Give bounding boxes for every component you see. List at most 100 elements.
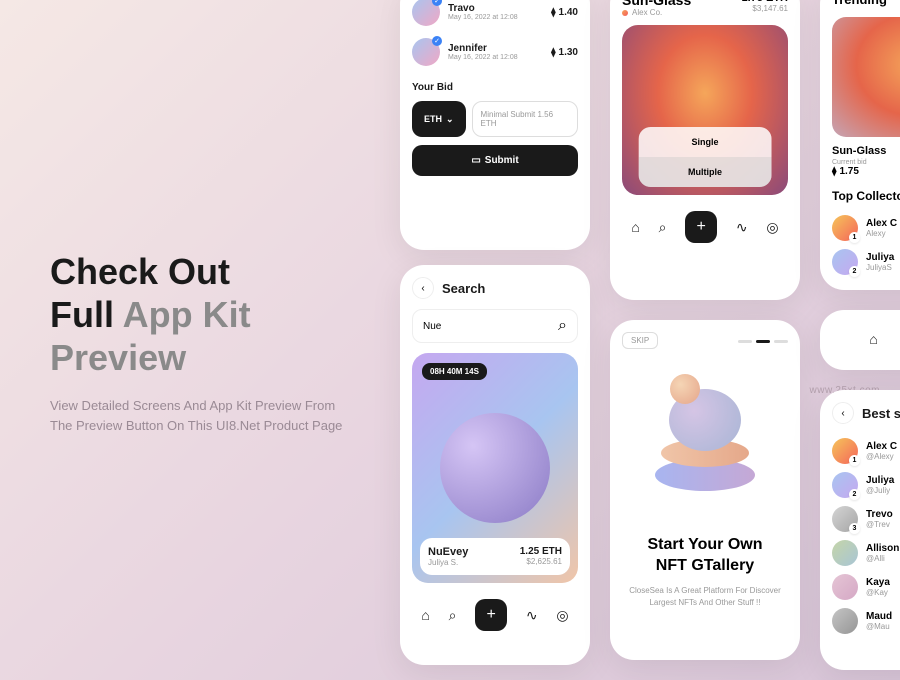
create-menu: Single Multiple — [639, 127, 772, 187]
search-screen: ‹ Search ⌕ 08H 40M 14S NuEvey Juliya S. … — [400, 265, 590, 665]
bid-amount-input[interactable]: Minimal Submit 1.56 ETH — [472, 101, 578, 137]
item-price-usd: $3,147.61 — [742, 4, 788, 13]
onboarding-screen: SKIP Start Your OwnNFT GTallery CloseSea… — [610, 320, 800, 660]
search-input[interactable] — [423, 321, 558, 332]
seller-name: Trevo — [866, 509, 893, 520]
trending-screen: Trending Sun-Glass Current bid ⧫1.75 Top… — [820, 0, 900, 290]
seller-row[interactable]: 2Juliya@Juliy — [832, 468, 900, 502]
section-title: Trending — [832, 0, 900, 7]
onboarding-illustration — [622, 359, 788, 519]
search-box[interactable]: ⌕ — [412, 309, 578, 343]
chevron-down-icon: ⌄ — [446, 114, 454, 125]
home-icon[interactable]: ⌂ — [631, 219, 639, 235]
seller-name: Alex C — [866, 441, 897, 452]
tab-bar: ⌂ ⌕ — [832, 322, 900, 355]
avatar-icon: 2 — [832, 249, 858, 275]
page-title: Best sellers — [862, 406, 900, 421]
skip-button[interactable]: SKIP — [622, 332, 658, 349]
home-icon[interactable]: ⌂ — [421, 607, 429, 623]
back-button[interactable]: ‹ — [832, 402, 854, 424]
activity-icon[interactable]: ∿ — [526, 607, 538, 624]
add-button[interactable]: + — [685, 211, 717, 243]
avatar-icon — [832, 540, 858, 566]
bid-name: Jennifer — [448, 43, 543, 54]
menu-multiple[interactable]: Multiple — [639, 157, 772, 187]
page-dot — [774, 340, 788, 343]
seller-handle: @Juliy — [866, 486, 894, 495]
hero-title: Check Out Full App Kit Preview — [50, 250, 360, 380]
seller-handle: @Kay — [866, 588, 890, 597]
collector-row[interactable]: 2 JuliyaJuliyaS — [832, 245, 900, 279]
avatar-icon — [412, 0, 440, 26]
seller-name: Kaya — [866, 577, 890, 588]
nft-price-eth: 1.25 ETH — [520, 546, 562, 557]
seller-name: Maud — [866, 611, 892, 622]
page-dot — [738, 340, 752, 343]
currency-select[interactable]: ETH⌄ — [412, 101, 466, 137]
search-icon: ⌕ — [558, 317, 567, 335]
search-icon[interactable]: ⌕ — [449, 607, 457, 624]
tab-bar: ⌂ ⌕ + ∿ ◎ — [412, 591, 578, 639]
bid-screen: Travo May 16, 2022 at 12:08 ⧫1.40 Jennif… — [400, 0, 590, 250]
menu-single[interactable]: Single — [639, 127, 772, 157]
bid-date: May 16, 2022 at 12:08 — [448, 14, 543, 21]
avatar-icon: 1 — [832, 438, 858, 464]
profile-icon[interactable]: ◎ — [766, 219, 778, 236]
avatar-icon — [832, 608, 858, 634]
profile-icon[interactable]: ◎ — [556, 607, 568, 624]
back-button[interactable]: ‹ — [412, 277, 434, 299]
bid-label: Current bid — [832, 159, 900, 166]
onboarding-subtitle: CloseSea Is A Great Platform For Discove… — [622, 585, 788, 609]
bid-price: ⧫1.30 — [551, 47, 578, 58]
seller-row[interactable]: Allison@Alli — [832, 536, 900, 570]
item-author: Alex Co. — [622, 8, 691, 17]
bid-name: Travo — [448, 3, 543, 14]
search-icon[interactable]: ⌕ — [659, 219, 667, 236]
trending-price: ⧫1.75 — [832, 166, 900, 177]
collector-handle: JuliyaS — [866, 263, 894, 272]
seller-row[interactable]: Maud@Mau — [832, 604, 900, 638]
bid-date: May 16, 2022 at 12:08 — [448, 54, 543, 61]
tab-bar: ⌂ ⌕ + ∿ ◎ — [622, 203, 788, 251]
nft-name: NuEvey — [428, 546, 468, 558]
rank-badge: 1 — [849, 455, 860, 466]
seller-handle: @Trev — [866, 520, 893, 529]
countdown-timer: 08H 40M 14S — [422, 363, 487, 380]
add-button[interactable]: + — [475, 599, 507, 631]
bid-row: Travo May 16, 2022 at 12:08 ⧫1.40 — [412, 0, 578, 32]
item-artwork: Single Multiple — [622, 25, 788, 195]
collector-handle: Alexy — [866, 229, 897, 238]
seller-handle: @Mau — [866, 622, 892, 631]
nft-artwork — [440, 413, 550, 523]
rank-badge: 2 — [849, 489, 860, 500]
seller-row[interactable]: 1 Alex C@Alexy — [832, 434, 900, 468]
page-indicator — [738, 340, 788, 343]
collector-row[interactable]: 1 Alex CAlexy — [832, 211, 900, 245]
author-dot-icon — [622, 10, 628, 16]
page-title: Search — [442, 281, 485, 296]
rank-badge: 3 — [849, 523, 860, 534]
best-sellers-screen: ‹ Best sellers 1 Alex C@Alexy 2Juliya@Jul… — [820, 390, 900, 670]
submit-button[interactable]: ▭Submit — [412, 145, 578, 176]
seller-row[interactable]: 3 Trevo@Trev — [832, 502, 900, 536]
seller-handle: @Alexy — [866, 452, 897, 461]
activity-icon[interactable]: ∿ — [736, 219, 748, 236]
bid-price: ⧫1.40 — [551, 7, 578, 18]
trending-item-name: Sun-Glass — [832, 145, 900, 157]
seller-row[interactable]: Kaya@Kay — [832, 570, 900, 604]
nft-card[interactable]: 08H 40M 14S NuEvey Juliya S. 1.25 ETH $2… — [412, 353, 578, 583]
trending-card[interactable] — [832, 17, 900, 137]
home-icon[interactable]: ⌂ — [869, 331, 877, 347]
wallet-icon: ▭ — [471, 155, 480, 166]
seller-handle: @Alli — [866, 554, 899, 563]
collector-name: Juliya — [866, 252, 894, 263]
onboarding-title: Start Your OwnNFT GTallery — [622, 535, 788, 577]
nft-author: Juliya S. — [428, 558, 468, 567]
your-bid-label: Your Bid — [412, 82, 578, 93]
page-dot — [756, 340, 770, 343]
avatar-icon: 3 — [832, 506, 858, 532]
avatar-icon: 2 — [832, 472, 858, 498]
detail-screen: Sun-Glass Alex Co. 1.75 ETH $3,147.61 Si… — [610, 0, 800, 300]
avatar-icon: 1 — [832, 215, 858, 241]
item-title: Sun-Glass — [622, 0, 691, 8]
